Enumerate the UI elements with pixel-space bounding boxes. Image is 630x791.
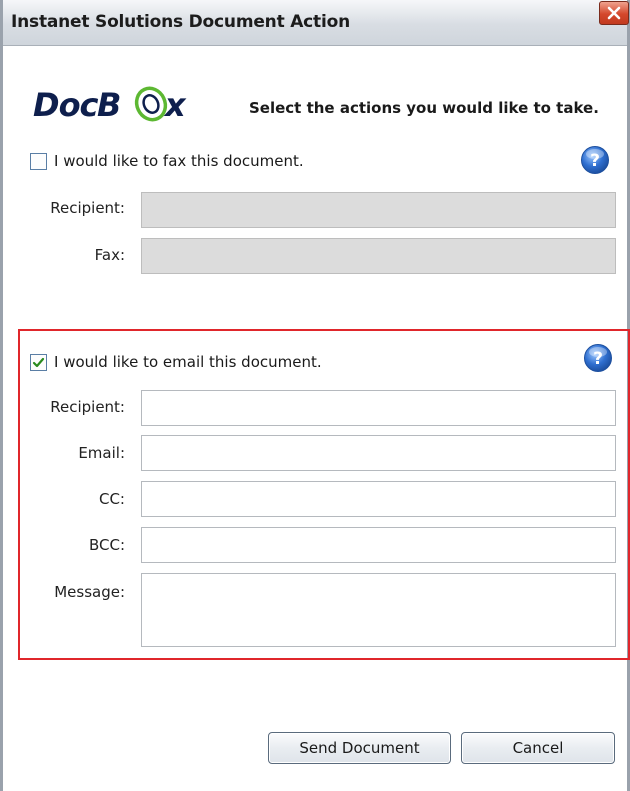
fax-recipient-input[interactable] — [141, 192, 616, 228]
email-recipient-input[interactable] — [141, 390, 616, 426]
fax-checkbox-row[interactable]: I would like to fax this document. — [30, 152, 304, 170]
fax-checkbox[interactable] — [30, 152, 47, 170]
email-recipient-label: Recipient: — [50, 398, 125, 416]
close-icon — [607, 6, 621, 20]
instruction-text: Select the actions you would like to tak… — [249, 99, 599, 117]
svg-text:?: ? — [593, 349, 603, 369]
help-icon[interactable]: ? — [583, 343, 613, 373]
close-button[interactable] — [599, 1, 629, 25]
checkmark-icon — [32, 357, 45, 367]
email-address-label: Email: — [78, 444, 125, 462]
email-address-input[interactable] — [141, 435, 616, 471]
svg-text:?: ? — [590, 151, 600, 171]
dialog-window: Instanet Solutions Document Action Doc B… — [0, 0, 630, 791]
message-textarea[interactable] — [141, 573, 616, 647]
svg-text:B: B — [97, 86, 121, 124]
cc-input[interactable] — [141, 481, 616, 517]
svg-text:Doc: Doc — [33, 86, 99, 124]
bcc-input[interactable] — [141, 527, 616, 563]
docbox-logo: Doc B x — [33, 86, 187, 124]
bcc-label: BCC: — [88, 536, 125, 554]
email-checkbox-label: I would like to email this document. — [54, 353, 322, 371]
email-checkbox-row[interactable]: I would like to email this document. — [30, 353, 322, 371]
help-icon[interactable]: ? — [580, 145, 610, 175]
cancel-button[interactable]: Cancel — [461, 732, 615, 764]
window-title: Instanet Solutions Document Action — [11, 12, 350, 32]
email-checkbox[interactable] — [30, 353, 47, 371]
fax-number-input[interactable] — [141, 238, 616, 274]
cc-label: CC: — [98, 490, 125, 508]
title-bar[interactable]: Instanet Solutions Document Action — [3, 0, 629, 46]
fax-recipient-label: Recipient: — [50, 199, 125, 217]
fax-number-label: Fax: — [94, 246, 125, 264]
svg-text:x: x — [163, 86, 187, 124]
send-document-button[interactable]: Send Document — [268, 732, 451, 764]
message-label: Message: — [54, 583, 125, 601]
fax-checkbox-label: I would like to fax this document. — [54, 152, 304, 170]
